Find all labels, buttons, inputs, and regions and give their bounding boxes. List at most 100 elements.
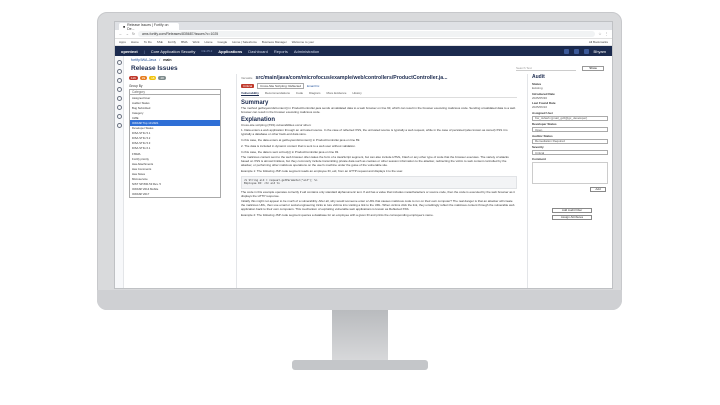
add-audit-filter-button[interactable]: Add Audit Filter [552,207,592,213]
bookmark-item[interactable]: BMA [181,40,188,44]
example-2-text: Example 2: The following JSP code segmen… [241,212,434,217]
code-icon[interactable] [116,96,122,101]
monitor-stage: ■ Release Issues | Fortify on De... ← → … [0,0,720,405]
url-field[interactable]: ams.fortify.com/Releases/835687/Issues?c… [137,31,596,37]
bug-icon[interactable] [116,87,122,92]
bookmark-item[interactable]: Home | Salesforce [232,40,257,44]
notifications-icon[interactable] [573,48,579,54]
severity-count-badge[interactable]: 116 [129,76,138,80]
back-icon[interactable]: ← [119,32,123,36]
browser-addressbar: ← → ↻ ams.fortify.com/Releases/835687/Is… [115,30,612,39]
severity-count-badge[interactable]: 28 [158,76,166,80]
help-icon[interactable] [563,48,569,54]
breadcrumb: fortify/IWA-Java / main [131,57,172,62]
issue-file-path: Varsatile src/main/java/com/microfocus/ex… [241,75,448,81]
reload-icon[interactable]: ↻ [132,32,135,36]
group-by-label: Group By [129,84,143,88]
browser-tabbar: ■ Release Issues | Fortify on De... [115,22,612,31]
star-icon[interactable]: ☆ [598,32,601,36]
audit-title: Audit [532,74,545,80]
bookmark-item[interactable]: Business Manager [262,40,287,44]
bookmarks-bar: Apps Home To Do SSE Fortify BMA Work Home Google… [115,39,612,46]
product-version: CE 25.2 [201,49,213,53]
bookmark-item[interactable]: Work [193,40,200,44]
settings-icon[interactable] [583,48,589,54]
gear-icon[interactable] [116,123,122,128]
all-bookmarks[interactable]: All Bookmarks [589,40,608,44]
nav-link-applications[interactable]: Applications [218,49,242,54]
product-name: Core Application Security [150,48,196,54]
browser-tab-title: Release Issues | Fortify on De... [127,22,169,31]
tab-recommendations[interactable]: Recommendations [265,91,290,96]
assigned-user-select[interactable]: Kw_Jefash (gmail_gx0@gx_developer) [532,115,608,121]
email-fix-link[interactable]: Email Fix [307,84,319,88]
assign-attributes-button[interactable]: Assign Attributes [552,214,592,220]
main-content: fortify/IWA-Java / main Release Issues S… [125,56,612,288]
bookmark-item[interactable]: Welcome to your [292,40,314,44]
forward-icon[interactable]: → [126,32,130,36]
bookmark-item[interactable]: To Do [144,40,152,44]
browser-tab[interactable]: ■ Release Issues | Fortify on De... [119,22,179,31]
issue-details-panel: Varsatile src/main/java/com/microfocus/ex… [241,74,521,288]
chart-icon[interactable] [116,105,122,110]
category-tag[interactable]: Cross-Site Scripting: Reflected [257,83,305,89]
menu-icon[interactable]: ⋮ [605,32,609,36]
nav-links: Applications Dashboard Reports Administrati… [218,49,319,54]
home-icon[interactable] [116,60,122,65]
severity-select[interactable]: Critical [532,150,608,155]
monitor-stand-neck [332,310,388,362]
path-prefix: Varsatile [241,76,253,80]
show-filter-button[interactable]: Show [582,65,604,71]
explanation-source-line: In this case, the data enters at getKeyw… [241,137,361,142]
tab-diagram[interactable]: Diagram [309,91,320,96]
monitor-stand-base [292,360,428,370]
explanation-point-2: 2. The data is included in dynamic conte… [241,143,356,148]
group-by-options: Assigned User Auditor Status Bug Submitted… [129,95,221,198]
severity-counts: 116 39 18 28 [129,74,236,82]
brand-logo[interactable]: opentext [121,49,138,54]
apps-icon[interactable] [116,69,122,74]
comment-textarea[interactable] [532,161,608,184]
shield-icon[interactable] [116,78,122,83]
audit-panel: Audit Status Existing Introduced Date 20… [527,74,610,288]
explanation-details: The malicious content sent to the web br… [241,155,509,167]
bookmark-item[interactable]: Home [205,40,213,44]
search-input[interactable]: Search Text [516,66,576,71]
developer-status-select[interactable]: Open [532,127,608,132]
issue-tabs: Vulnerability Recommendations Code Diagram M… [241,91,517,98]
nav-link-administration[interactable]: Administration [294,49,319,54]
user-menu[interactable]: Bhyam [594,49,606,54]
tab-more-evidence[interactable]: More Evidence [326,91,346,96]
breadcrumb-app[interactable]: fortify/IWA-Java [131,58,156,62]
reflected-xss-explanation: Initially this might not appear to be mu… [241,199,515,211]
introduced-date: 2025/05/30 [532,95,548,100]
summary-text: The method getKeywordsContent() in Produ… [241,106,516,114]
breadcrumb-branch[interactable]: main [163,58,171,62]
nav-link-reports[interactable]: Reports [274,49,288,54]
group-by-option[interactable]: OWASP 2017 [130,192,220,197]
severity-badge: Critical [241,84,255,88]
auditor-status-select[interactable]: Remediation Required [532,138,608,144]
severity-count-badge[interactable]: 39 [139,76,148,80]
explanation-sink-line: In this case, the data is sent at body()… [241,149,340,154]
code-snippet: <% String eid = request.getParameter("ei… [241,175,517,189]
issue-list-panel: 116 39 18 28 Group By Category Assigned Use… [129,74,237,288]
explanation-heading: Explanation [241,116,276,123]
bookmark-item[interactable]: Apps [119,40,126,44]
severity-count-badge[interactable]: 18 [149,76,157,80]
bookmark-item[interactable]: Google [218,40,228,44]
tab-history[interactable]: History [352,91,361,96]
bookmark-item[interactable]: Fortify [168,40,176,44]
bookmark-item[interactable]: Home [131,40,139,44]
favicon-icon: ■ [123,24,126,29]
nav-link-dashboard[interactable]: Dashboard [248,49,268,54]
status-value: Existing [532,86,543,90]
bookmark-item[interactable]: SSE [157,40,163,44]
explanation-intro: Cross-site scripting (XSS) vulnerabiliti… [241,122,312,127]
nav-right: Bhyam [563,48,606,54]
tab-code[interactable]: Code [296,91,303,96]
tab-vulnerability[interactable]: Vulnerability [241,91,259,96]
flag-icon[interactable] [116,114,122,119]
page-title: Release Issues [131,64,178,72]
app-navbar: opentext | Core Application Security CE … [115,46,612,56]
